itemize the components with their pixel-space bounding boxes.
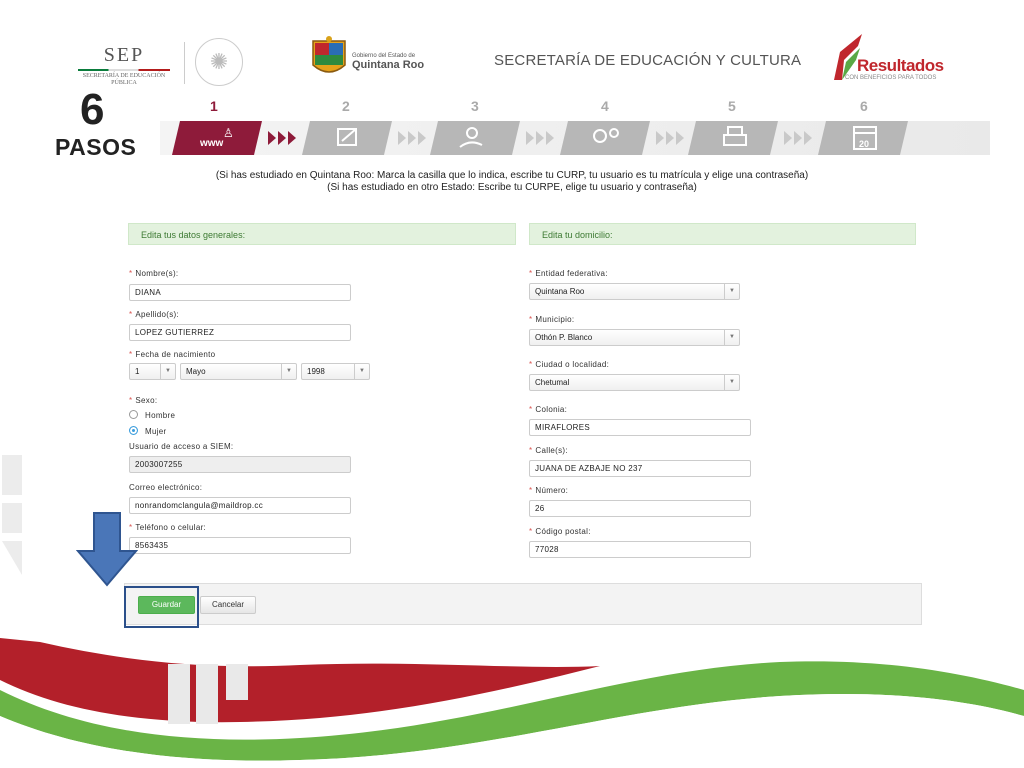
sep-title: SEP [103,44,145,66]
resultados-subtitle: CON BENEFICIOS PARA TODOS [845,75,937,81]
apellido-label: * Apellido(s): [129,310,180,319]
ciudad-select[interactable]: Chetumal ▼ [529,374,740,391]
header-divider [184,42,185,84]
mexico-seal-icon: ✺ [195,38,243,86]
step-number-5: 5 [728,98,736,114]
municipio-label: * Municipio: [529,315,575,324]
mujer-radio[interactable] [129,426,138,435]
hombre-label: Hombre [145,411,176,420]
step-number-1: 1 [210,98,218,114]
ciudad-label: * Ciudad o localidad: [529,360,610,369]
chevron-down-icon: ▼ [724,375,739,390]
decorative-waves [0,638,1024,768]
chevron-down-icon: ▼ [354,364,369,379]
entidad-label: * Entidad federativa: [529,269,608,278]
nombre-label: * Nombre(s): [129,269,179,278]
numero-input[interactable]: 26 [529,500,751,517]
chevron-down-icon: ▼ [724,284,739,299]
chevron-down-icon: ▼ [724,330,739,345]
correo-label: Correo electrónico: [129,483,203,492]
quintana-roo-text: Gobierno del Estado de Quintana Roo [352,53,424,71]
arrow-down-icon [76,512,138,587]
telefono-label: * Teléfono o celular: [129,523,207,532]
mes-select[interactable]: Mayo ▼ [180,363,297,380]
correo-input[interactable]: nonrandomclangula@maildrop.cc [129,497,351,514]
steps-word: PASOS [55,134,137,160]
instruction-line-1: (Si has estudiado en Quintana Roo: Marca… [215,170,809,181]
hombre-radio[interactable] [129,410,138,419]
secretaria-title: SECRETARÍA DE EDUCACIÓN Y CULTURA [494,52,802,69]
fecha-label: * Fecha de nacimiento [129,350,216,359]
cp-input[interactable]: 77028 [529,541,751,558]
entidad-select[interactable]: Quintana Roo ▼ [529,283,740,300]
steps-big-number: 6 [80,85,105,134]
cancelar-button[interactable]: Cancelar [200,596,256,614]
nombre-input[interactable]: DIANA [129,284,351,301]
step-6-calendar-label: 20 [859,139,870,149]
quintana-roo-shield-icon [312,36,346,73]
apellido-input[interactable]: LOPEZ GUTIERREZ [129,324,351,341]
step-number-6: 6 [860,98,868,114]
instruction-line-2: (Si has estudiado en otro Estado: Escrib… [327,182,697,193]
usuario-label: Usuario de acceso a SIEM: [129,442,234,451]
calle-label: * Calle(s): [529,446,568,455]
steps-track [172,121,908,155]
step-number-2: 2 [342,98,350,114]
chevron-down-icon: ▼ [160,364,175,379]
anio-select[interactable]: 1998 ▼ [301,363,370,380]
chevron-down-icon: ▼ [281,364,296,379]
mujer-label: Mujer [145,427,167,436]
watermark-decoration [2,455,22,575]
address-header: Edita tu domicilio: [529,223,916,245]
sep-logo: SEP SECRETARÍA DE EDUCACIÓN PÚBLICA [78,44,170,87]
numero-label: * Número: [529,486,569,495]
step-1-www-label: www [200,138,224,149]
telefono-input[interactable]: 8563435 [129,537,351,554]
dia-select[interactable]: 1 ▼ [129,363,176,380]
step-number-4: 4 [601,98,609,114]
calle-input[interactable]: JUANA DE AZBAJE NO 237 [529,460,751,477]
usuario-input: 2003007255 [129,456,351,473]
step-number-3: 3 [471,98,479,114]
www-person-icon: ♙ [223,126,234,140]
cp-label: * Código postal: [529,527,591,536]
tricolor-bar [78,69,170,71]
colonia-input[interactable]: MIRAFLORES [529,419,751,436]
sexo-label: * Sexo: [129,396,158,405]
colonia-label: * Colonia: [529,405,568,414]
general-data-header: Edita tus datos generales: [128,223,516,245]
resultados-title: Resultados [857,56,944,75]
municipio-select[interactable]: Othón P. Blanco ▼ [529,329,740,346]
qroo-line2: Quintana Roo [352,59,425,71]
